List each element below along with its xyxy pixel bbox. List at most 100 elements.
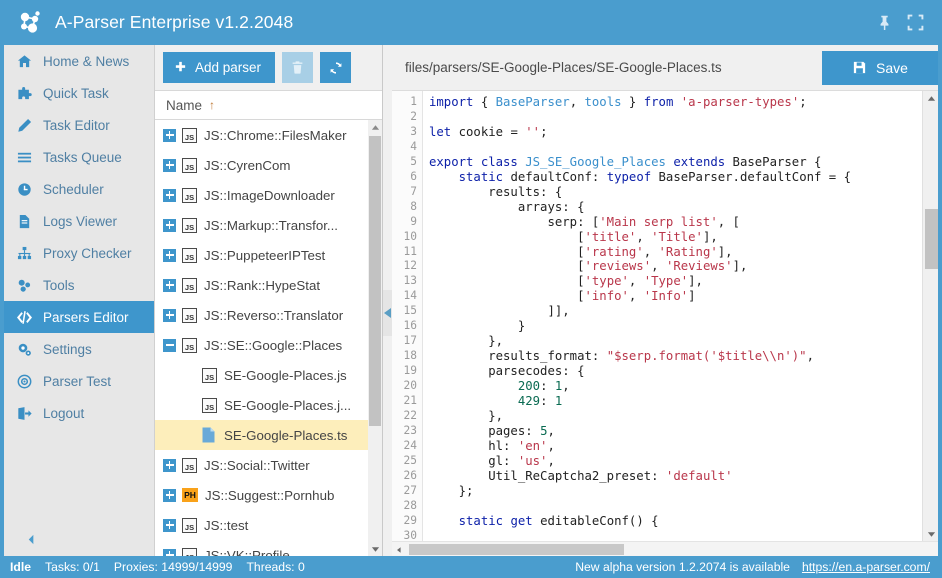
tree-expand-icon[interactable] xyxy=(163,459,176,472)
code-token: 'Main serp list' xyxy=(599,215,717,229)
tree-expand-icon[interactable] xyxy=(163,159,176,172)
code-token: JS_SE_Google_Places xyxy=(525,155,666,169)
sidebar-item-tools[interactable]: Tools xyxy=(4,269,154,301)
sidebar-item-parser-test[interactable]: Parser Test xyxy=(4,365,154,397)
sidebar-item-parsers-editor[interactable]: Parsers Editor xyxy=(4,301,154,333)
editor-horizontal-scrollbar[interactable] xyxy=(392,541,938,556)
tree-scroll-down-arrow[interactable] xyxy=(368,542,382,556)
code-token: 'type' xyxy=(584,274,628,288)
tree-row[interactable]: JSSE-Google-Places.js xyxy=(155,360,368,390)
code-line: ]], xyxy=(429,304,922,319)
sidebar-item-home-news[interactable]: Home & News xyxy=(4,45,154,77)
line-number: 16 xyxy=(392,319,417,334)
code-token: BaseParser { xyxy=(725,155,821,169)
code-token: ], xyxy=(718,245,733,259)
editor-vertical-scrollbar[interactable] xyxy=(922,91,938,541)
sidebar-item-task-editor[interactable]: Task Editor xyxy=(4,109,154,141)
floppy-disk-icon xyxy=(852,60,867,75)
tree-row[interactable]: JSJS::Reverso::Translator xyxy=(155,300,368,330)
code-token xyxy=(429,170,459,184)
editor-scroll-down-arrow[interactable] xyxy=(923,527,939,541)
tree-row[interactable]: JSJS::Markup::Transfor... xyxy=(155,210,368,240)
sidebar-item-logout[interactable]: Logout xyxy=(4,397,154,429)
editor-scroll-thumb[interactable] xyxy=(925,209,938,269)
tree-rows-container: JSJS::Chrome::FilesMakerJSJS::CyrenComJS… xyxy=(155,120,368,556)
code-token: BaseParser.defaultConf = { xyxy=(651,170,851,184)
tree-row[interactable]: JSJS::PuppeteerIPTest xyxy=(155,240,368,270)
tree-expand-icon[interactable] xyxy=(163,129,176,142)
sidebar-item-quick-task[interactable]: Quick Task xyxy=(4,77,154,109)
sidebar-collapse-button[interactable] xyxy=(4,522,154,556)
ts-file-icon xyxy=(202,427,215,443)
sidebar: Home & NewsQuick TaskTask EditorTasks Qu… xyxy=(4,45,155,556)
tree-vertical-scrollbar[interactable] xyxy=(368,120,382,556)
js-file-icon: JS xyxy=(202,398,217,413)
code-token: import xyxy=(429,95,473,109)
tree-row[interactable]: PHJS::Suggest::Pornhub xyxy=(155,480,368,510)
tree-column-header[interactable]: Name ↑ xyxy=(155,90,382,120)
clock-icon xyxy=(14,182,34,197)
code-token: : xyxy=(540,379,555,393)
splitter-collapse-handle[interactable] xyxy=(383,290,392,336)
sidebar-item-logs-viewer[interactable]: Logs Viewer xyxy=(4,205,154,237)
line-number: 8 xyxy=(392,200,417,215)
tree-row[interactable]: SE-Google-Places.ts xyxy=(155,420,368,450)
tree-expand-icon[interactable] xyxy=(163,519,176,532)
code-token: ], xyxy=(703,230,718,244)
delete-parser-button[interactable] xyxy=(282,52,313,83)
js-file-icon: JS xyxy=(182,458,197,473)
tree-row[interactable]: JSJS::Rank::HypeStat xyxy=(155,270,368,300)
js-file-icon: JS xyxy=(182,188,197,203)
add-parser-label: Add parser xyxy=(195,60,261,75)
pin-icon[interactable] xyxy=(876,14,893,31)
tree-expand-icon[interactable] xyxy=(163,489,176,502)
sidebar-item-proxy-checker[interactable]: Proxy Checker xyxy=(4,237,154,269)
tree-expand-icon[interactable] xyxy=(163,249,176,262)
tree-expand-icon[interactable] xyxy=(163,309,176,322)
status-update-link[interactable]: https://en.a-parser.com/ xyxy=(802,560,930,574)
refresh-button[interactable] xyxy=(320,52,351,83)
editor-scroll-up-arrow[interactable] xyxy=(923,91,939,105)
sidebar-item-scheduler[interactable]: Scheduler xyxy=(4,173,154,205)
code-content[interactable]: import { BaseParser, tools } from 'a-par… xyxy=(423,91,922,541)
code-token: 'us' xyxy=(518,454,548,468)
line-number: 15 xyxy=(392,304,417,319)
tree-row[interactable]: JSJS::Social::Twitter xyxy=(155,450,368,480)
tree-row[interactable]: JSSE-Google-Places.j... xyxy=(155,390,368,420)
tree-row[interactable]: JSJS::ImageDownloader xyxy=(155,180,368,210)
sidebar-item-label: Scheduler xyxy=(43,182,104,197)
code-token: static xyxy=(459,170,503,184)
sidebar-item-settings[interactable]: Settings xyxy=(4,333,154,365)
add-parser-button[interactable]: Add parser xyxy=(163,52,275,83)
tree-row[interactable]: JSJS::CyrenCom xyxy=(155,150,368,180)
tree-row[interactable]: JSJS::Chrome::FilesMaker xyxy=(155,120,368,150)
js-file-icon: JS xyxy=(182,308,197,323)
editor-scroll-left-arrow[interactable] xyxy=(392,542,406,557)
code-token: defaultConf: xyxy=(503,170,607,184)
code-area[interactable]: 1234567891011121314151617181920212223242… xyxy=(392,91,922,541)
network-icon xyxy=(14,246,34,261)
panel-splitter[interactable] xyxy=(383,45,392,556)
editor-hscroll-thumb[interactable] xyxy=(409,544,624,555)
tree-collapse-icon[interactable] xyxy=(163,339,176,352)
tree-scroll-thumb[interactable] xyxy=(369,136,381,426)
code-token: static get xyxy=(459,514,533,528)
save-button[interactable]: Save xyxy=(822,51,938,85)
fullscreen-icon[interactable] xyxy=(907,14,924,31)
tree-expand-icon[interactable] xyxy=(163,279,176,292)
tree-row[interactable]: JSJS::test xyxy=(155,510,368,540)
js-file-icon: JS xyxy=(182,218,197,233)
tree-row[interactable]: JSJS::VK::Profile xyxy=(155,540,368,556)
puzzle-icon xyxy=(14,86,34,101)
code-line xyxy=(429,110,922,125)
sidebar-item-tasks-queue[interactable]: Tasks Queue xyxy=(4,141,154,173)
save-label: Save xyxy=(876,60,908,76)
tree-scroll-up-arrow[interactable] xyxy=(368,120,382,134)
tree-expand-icon[interactable] xyxy=(163,549,176,557)
tree-expand-icon[interactable] xyxy=(163,189,176,202)
tree-expand-icon[interactable] xyxy=(163,219,176,232)
tree-row[interactable]: JSJS::SE::Google::Places xyxy=(155,330,368,360)
code-line: let cookie = ''; xyxy=(429,125,922,140)
file-path-label: files/parsers/SE-Google-Places/SE-Google… xyxy=(405,60,722,75)
code-token: gl: xyxy=(429,454,518,468)
